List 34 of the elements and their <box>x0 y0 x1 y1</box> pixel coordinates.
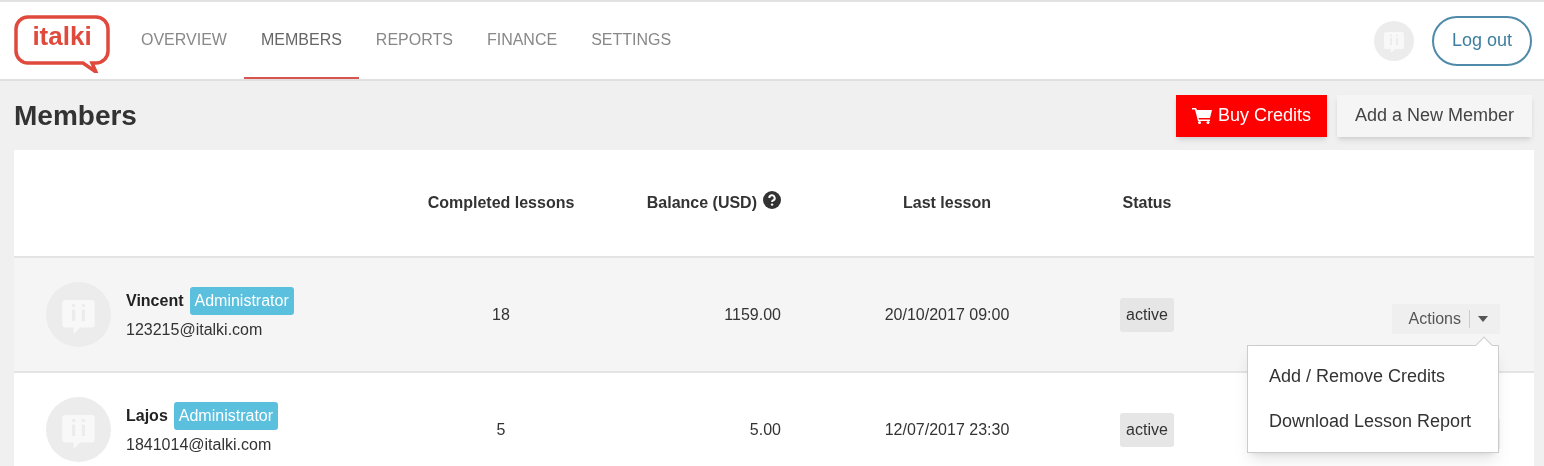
status-badge: active <box>1120 412 1174 447</box>
cart-icon <box>1191 107 1212 124</box>
column-header: Status <box>1122 193 1172 213</box>
member-name: Vincent <box>126 291 184 311</box>
nav-tab[interactable]: SETTINGS <box>574 2 689 79</box>
table-cell-text: 12/07/2017 23:30 <box>884 419 1010 440</box>
menu-item[interactable]: Add / Remove Credits <box>1248 354 1498 399</box>
column-header: Balance (USD) <box>646 193 757 213</box>
nav-tab[interactable]: FINANCE <box>469 2 575 79</box>
member-email: 1841014@italki.com <box>126 435 273 455</box>
nav-tab[interactable]: REPORTS <box>358 2 470 79</box>
menu-item[interactable]: Download Lesson Report <box>1248 399 1498 444</box>
member-name: Lajos <box>126 406 168 426</box>
actions-button[interactable]: Actions <box>1392 303 1500 334</box>
member-email: 123215@italki.com <box>126 320 264 340</box>
table-cell-text: 5 <box>496 419 506 440</box>
role-badge: Administrator <box>173 402 279 430</box>
table-cell-text: 18 <box>492 304 510 325</box>
role-badge: Administrator <box>189 287 294 315</box>
table-cell-text: 5.00 <box>749 419 781 440</box>
status-badge: active <box>1120 297 1174 332</box>
table-cell-text: 1159.00 <box>724 304 781 325</box>
page-title: Members <box>14 98 137 133</box>
add-member-button[interactable]: Add a New Member <box>1336 94 1532 137</box>
help-icon[interactable] <box>763 191 781 209</box>
column-header: Last lesson <box>903 193 991 213</box>
caret-icon <box>1478 315 1488 322</box>
nav-tab[interactable]: OVERVIEW <box>124 2 244 79</box>
logout-button[interactable]: Log out <box>1431 15 1532 66</box>
column-header: Completed lessons <box>427 193 575 213</box>
buy-credits-button[interactable]: Buy Credits <box>1175 94 1327 137</box>
nav-tab[interactable]: MEMBERS <box>243 2 359 79</box>
table-cell-text: 20/10/2017 09:00 <box>884 304 1010 325</box>
logo[interactable]: italki <box>14 14 110 73</box>
